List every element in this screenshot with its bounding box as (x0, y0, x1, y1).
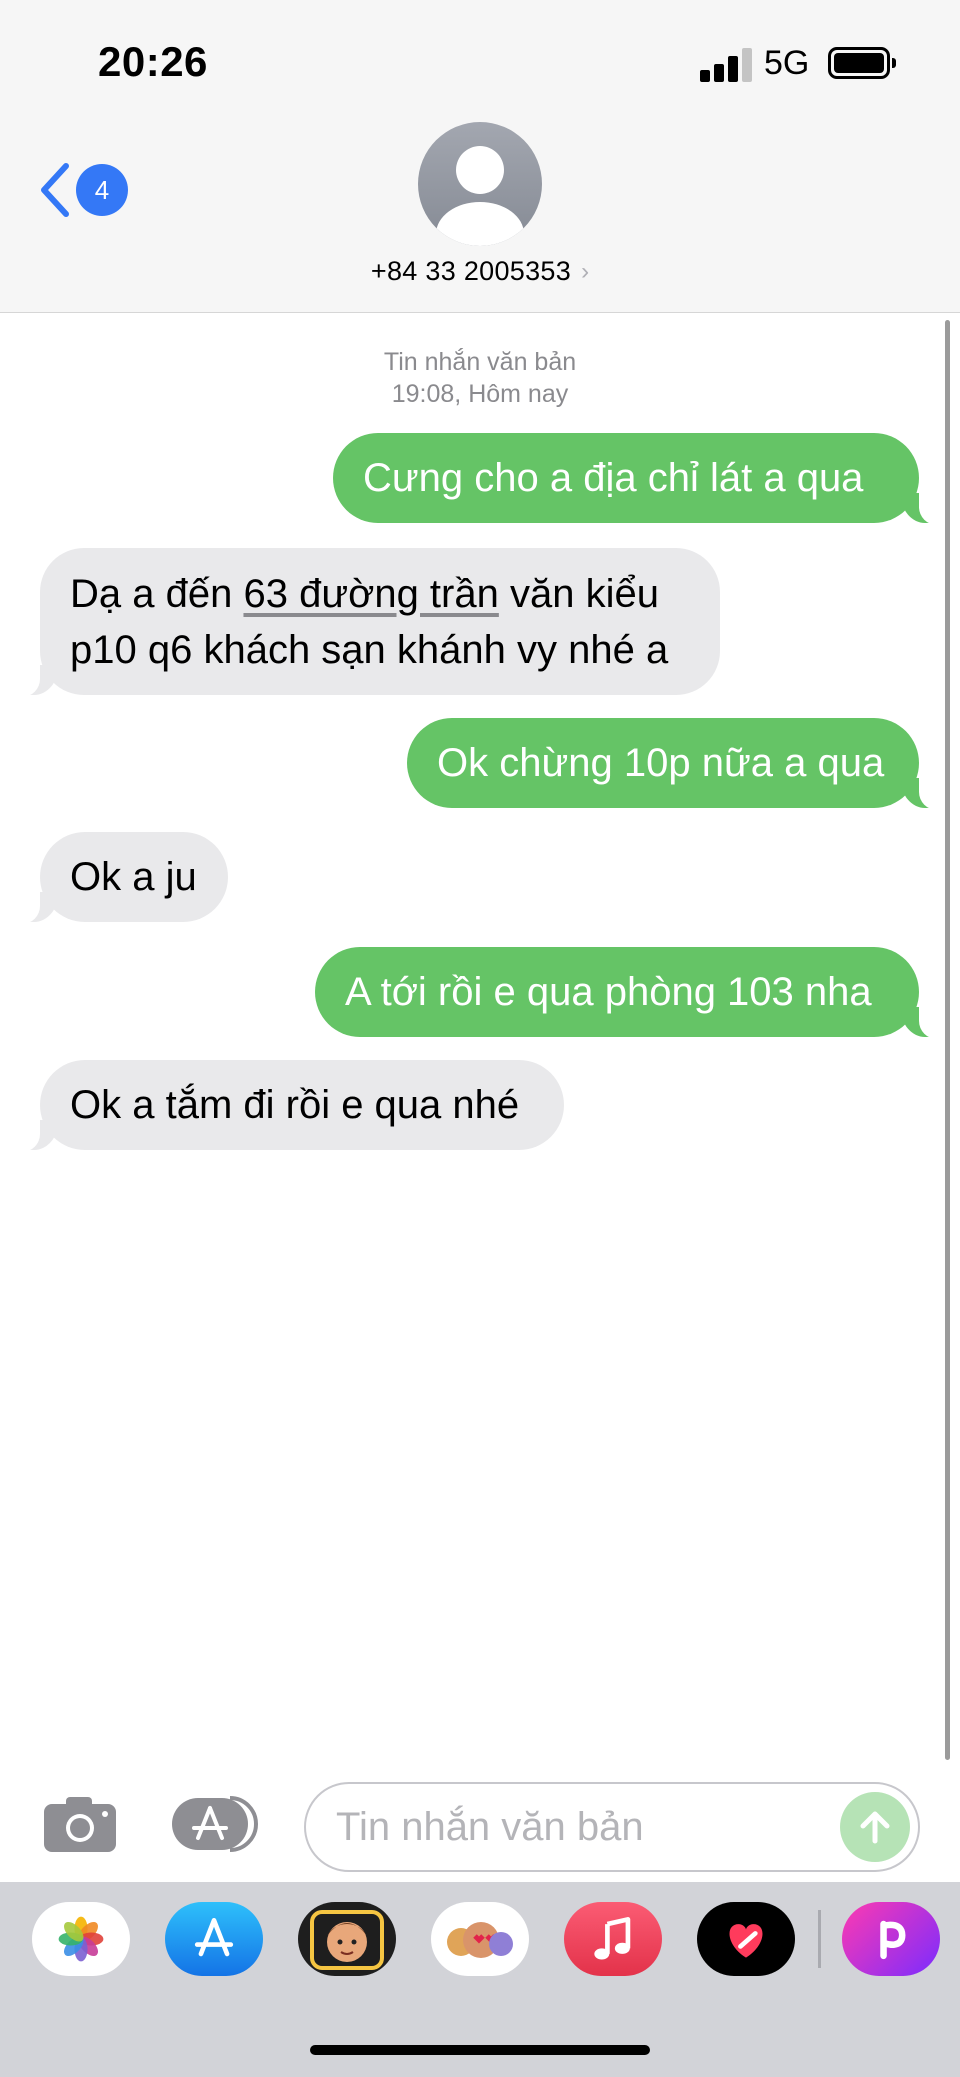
message-text-line-2: p10 q6 khách sạn khánh vy nhé a (70, 627, 669, 672)
message-bubble-sent[interactable]: Ok chừng 10p nữa a qua (407, 718, 941, 810)
digital-touch-icon (729, 1924, 763, 1958)
message-text: Ok a tắm đi rồi e qua nhé (70, 1083, 520, 1127)
chevron-right-icon: › (581, 257, 590, 285)
app-drawer (0, 1882, 960, 2077)
message-text-segment: văn kiểu (498, 571, 659, 616)
chevron-left-icon (41, 163, 69, 217)
message-text-segment: Dạ a đến (70, 571, 244, 616)
digital-touch-app-button[interactable] (697, 1902, 795, 1976)
compose-bar: Tin nhắn văn bản (0, 1770, 960, 1880)
picsart-icon (880, 1920, 906, 1960)
picsart-app-button[interactable] (842, 1902, 940, 1976)
app-store-icon (172, 1796, 258, 1852)
battery-icon (828, 47, 896, 79)
status-bar: 20:26 5G (0, 0, 960, 120)
camera-button[interactable] (42, 1794, 118, 1854)
avatar[interactable] (418, 122, 542, 246)
message-text: Ok chừng 10p nữa a qua (437, 741, 885, 785)
back-button[interactable]: 4 (38, 158, 138, 222)
message-input[interactable]: Tin nhắn văn bản (304, 1782, 920, 1872)
message-bubble-sent[interactable]: Cưng cho a địa chỉ lát a qua (333, 433, 941, 525)
message-text-line-1: Dạ a đến 63 đường trần văn kiểu (70, 566, 659, 622)
unread-count-badge: 4 (76, 164, 128, 216)
music-app-button[interactable] (564, 1902, 662, 1976)
photos-icon (58, 1916, 104, 1962)
message-bubble-received[interactable]: Dạ a đến 63 đường trần văn kiểu p10 q6 k… (18, 548, 720, 697)
animoji-stickers-app-button[interactable] (431, 1902, 529, 1976)
memoji-icon (310, 1910, 384, 1970)
network-type-label: 5G (764, 44, 810, 82)
person-silhouette-icon (436, 146, 524, 246)
photos-app-button[interactable] (32, 1902, 130, 1976)
conversation-header: 4 +84 33 2005353 › (0, 120, 960, 313)
cellular-signal-icon (700, 48, 754, 82)
memoji-app-button[interactable] (298, 1902, 396, 1976)
address-link[interactable]: 63 đường trần (243, 572, 498, 616)
home-indicator[interactable] (310, 2045, 650, 2055)
thread-meta: Tin nhắn văn bản 19:08, Hôm nay (0, 346, 960, 410)
arrow-up-icon (860, 1811, 890, 1844)
status-time: 20:26 (98, 38, 208, 85)
app-store-app-button[interactable] (165, 1902, 263, 1976)
message-text: Cưng cho a địa chỉ lát a qua (363, 456, 864, 500)
thread-timestamp: 19:08, Hôm nay (391, 380, 569, 408)
animoji-stickers-icon (447, 1922, 513, 1958)
scroll-indicator[interactable] (945, 320, 950, 1760)
send-button[interactable] (840, 1792, 910, 1862)
contact-name-button[interactable]: +84 33 2005353 › (0, 256, 960, 287)
contact-number: +84 33 2005353 (370, 256, 572, 286)
message-input-placeholder: Tin nhắn văn bản (336, 1804, 644, 1849)
message-type-label: Tin nhắn văn bản (383, 348, 577, 376)
message-bubble-sent[interactable]: A tới rồi e qua phòng 103 nha (315, 947, 941, 1039)
message-bubble-received[interactable]: Ok a tắm đi rồi e qua nhé (18, 1060, 564, 1152)
music-icon (594, 1917, 631, 1960)
message-text: Ok a ju (70, 855, 197, 899)
apps-button[interactable] (170, 1794, 262, 1854)
camera-icon (44, 1797, 116, 1852)
message-text: A tới rồi e qua phòng 103 nha (345, 970, 872, 1014)
drawer-divider (818, 1910, 821, 1968)
message-bubble-received[interactable]: Ok a ju (18, 832, 228, 924)
app-store-icon (194, 1918, 234, 1957)
